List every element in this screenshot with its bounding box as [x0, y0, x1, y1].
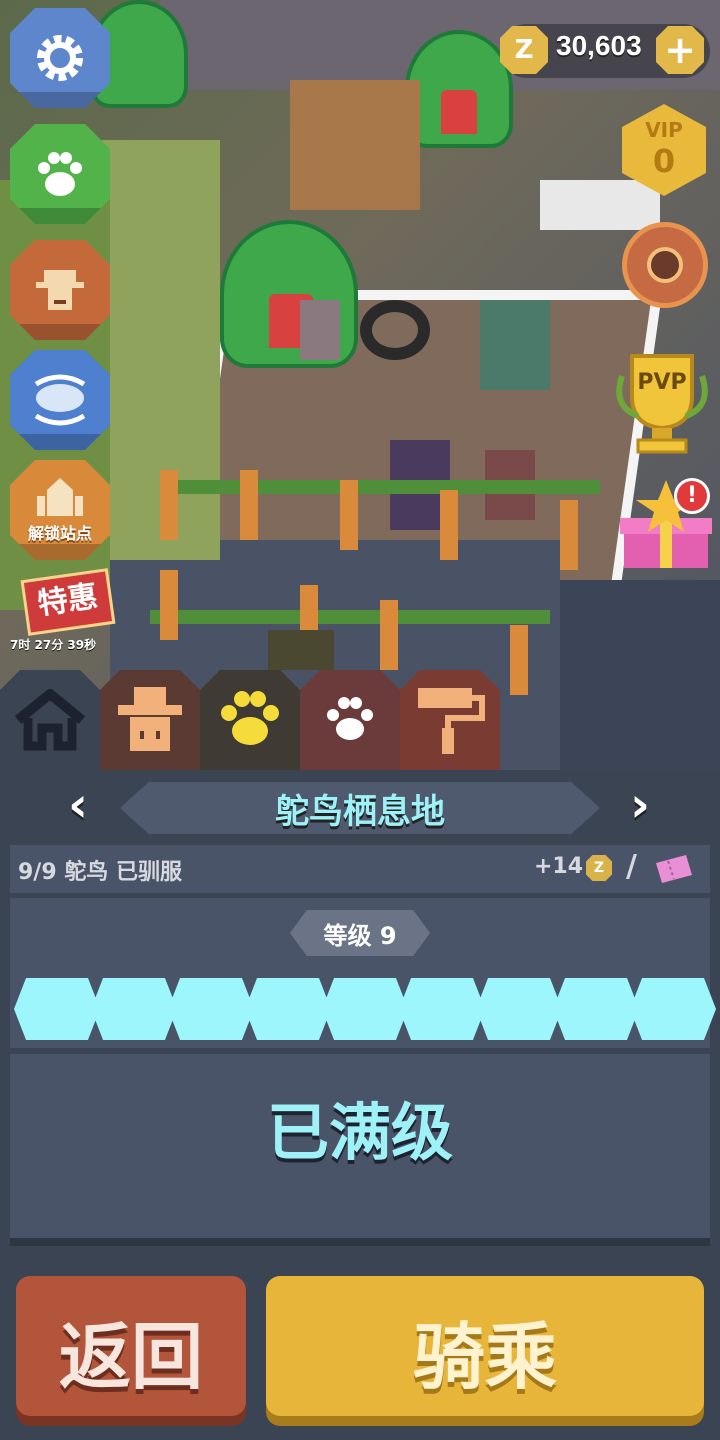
habitat-title: 鸵鸟栖息地: [275, 791, 445, 832]
fence-post: [560, 500, 578, 570]
paw-icon: [38, 152, 82, 196]
tab-home[interactable]: [0, 670, 100, 770]
zoo-scene[interactable]: Z 30,603 + VIP 0 PVP ! 解锁站点 特惠 7时 27分 39…: [0, 0, 720, 770]
station-icon: [37, 478, 83, 516]
fence-post: [160, 570, 178, 640]
sale-timer: 7时 27分 39秒: [10, 638, 97, 652]
unlock-station-label: 解锁站点: [27, 524, 92, 543]
map-pin-icon: [647, 247, 683, 283]
level-segment: [399, 978, 485, 1040]
max-level-text: 已满级: [266, 1096, 453, 1169]
add-coins-button[interactable]: +: [656, 26, 704, 74]
vip-label: VIP: [645, 118, 683, 142]
tab-keeper[interactable]: [100, 670, 200, 770]
separator: /: [626, 849, 637, 884]
pvp-label: PVP: [637, 370, 687, 395]
feeder-box: [268, 630, 334, 670]
tamed-count-text: 9/9 鸵鸟 已驯服: [18, 860, 182, 885]
next-habitat-button[interactable]: ›: [622, 781, 658, 829]
sale-label: 特惠: [20, 568, 116, 636]
tire-toy: [360, 300, 430, 360]
watermelon-door: [441, 90, 477, 134]
tab-paw[interactable]: [300, 670, 400, 770]
level-segment: [630, 978, 716, 1040]
coin-icon: Z: [586, 855, 612, 881]
settings-button[interactable]: [10, 8, 110, 108]
habitat-title-bar: 鸵鸟栖息地: [120, 782, 600, 834]
fence-post: [160, 470, 178, 540]
ride-label: 骑乘: [412, 1315, 557, 1399]
rancher-icon: [36, 270, 84, 310]
level-segment: [14, 978, 100, 1040]
animals-collection-button[interactable]: [10, 124, 110, 224]
ostrich: [300, 300, 340, 360]
fence-post: [440, 490, 458, 560]
coin-bonus: +14: [534, 854, 584, 879]
level-segment: [322, 978, 408, 1040]
fence-post: [240, 470, 258, 540]
skeleton-decoration: [540, 180, 660, 230]
yellow-paw-icon: [221, 691, 279, 745]
tab-decorate[interactable]: [400, 670, 500, 770]
keeper-button[interactable]: [10, 240, 110, 340]
fence-post: [340, 480, 358, 550]
pvp-button[interactable]: PVP: [612, 346, 712, 456]
fence: [160, 480, 600, 494]
level-label: 等级 9: [290, 910, 430, 956]
level-segment: [245, 978, 331, 1040]
level-segment: [553, 978, 639, 1040]
gift-button[interactable]: !: [618, 478, 714, 574]
wooden-crates: [290, 80, 420, 210]
coin-amount: 30,603: [556, 30, 642, 61]
paint-roller-icon: [418, 688, 485, 754]
back-label: 返回: [58, 1315, 203, 1399]
cowboy-icon: [118, 687, 182, 751]
tamed-info-row: 9/9 鸵鸟 已驯服 +14 Z /: [10, 845, 710, 893]
ride-button[interactable]: 骑乘: [266, 1276, 704, 1416]
airship-icon: [34, 374, 86, 426]
level-segment: [91, 978, 177, 1040]
special-offer-button[interactable]: 特惠 7时 27分 39秒: [10, 566, 116, 660]
fence-post: [380, 600, 398, 670]
airship-button[interactable]: [10, 350, 110, 450]
vip-level: 0: [652, 142, 676, 180]
level-segment: [168, 978, 254, 1040]
unlock-station-button[interactable]: 解锁站点: [10, 460, 110, 560]
previous-habitat-button[interactable]: ‹: [60, 781, 96, 829]
map-marker-button[interactable]: [622, 222, 708, 308]
tab-bar: [0, 670, 720, 770]
peacock: [480, 300, 550, 390]
watermelon-house: [405, 30, 513, 148]
fence: [150, 610, 550, 624]
coin-icon: Z: [500, 26, 548, 74]
trophy-icon: [616, 354, 708, 454]
level-segment: [476, 978, 562, 1040]
back-button[interactable]: 返回: [16, 1276, 246, 1416]
tab-animals[interactable]: [200, 670, 300, 770]
house-icon: [14, 689, 86, 751]
alert-badge: !: [674, 478, 710, 514]
gear-icon: [37, 35, 83, 81]
ticket-icon: [656, 855, 692, 883]
white-paw-icon: [327, 697, 373, 740]
